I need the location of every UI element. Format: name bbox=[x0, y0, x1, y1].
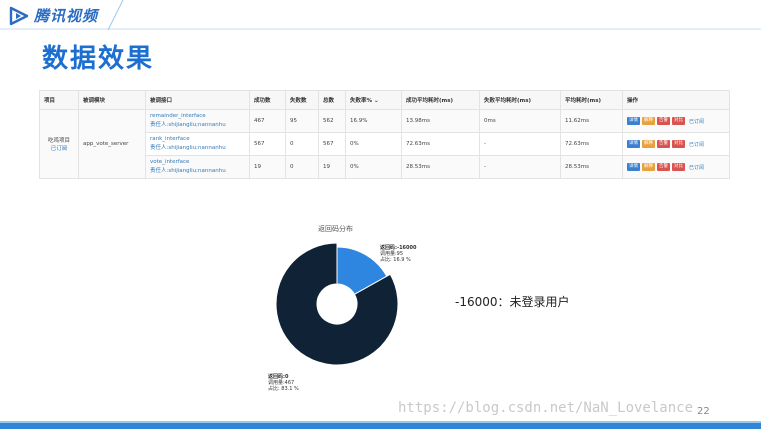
success-count[interactable]: 19 bbox=[249, 155, 286, 179]
subscribed-link[interactable]: 已订阅 bbox=[689, 118, 704, 125]
explain-button[interactable]: 解释 bbox=[642, 117, 655, 125]
col-header: 操作 bbox=[622, 90, 730, 110]
interface-link[interactable]: rank_interface bbox=[150, 135, 245, 144]
detail-button[interactable]: 详情 bbox=[627, 117, 640, 125]
detail-button[interactable]: 详情 bbox=[627, 140, 640, 148]
explain-button[interactable]: 解释 bbox=[642, 163, 655, 171]
explain-button[interactable]: 解释 bbox=[642, 140, 655, 148]
play-logo-icon bbox=[9, 6, 29, 25]
project-name: 吃鸡项目 bbox=[47, 138, 70, 144]
compare-button[interactable]: 对比 bbox=[672, 140, 685, 148]
fail-rate: 16.9% bbox=[345, 109, 402, 133]
interface-link[interactable]: remainder_interface bbox=[150, 112, 245, 121]
col-header: 被调接口 bbox=[145, 90, 250, 110]
label-zero: 返回码:0 调用量:467 占比: 83.1 % bbox=[268, 374, 299, 392]
col-header: 项目 bbox=[39, 90, 79, 110]
col-header: 失败平均耗时(ms) bbox=[479, 90, 561, 110]
interface-cell: remainder_interface 责任人:shijiangliu;nann… bbox=[145, 109, 250, 133]
fail-count[interactable]: 0 bbox=[285, 132, 319, 156]
annotation-text: -16000：未登录用户 bbox=[455, 295, 570, 309]
total-count[interactable]: 567 bbox=[318, 132, 346, 156]
success-count[interactable]: 567 bbox=[249, 132, 286, 156]
project-cell: 吃鸡项目 已订阅 bbox=[39, 109, 79, 179]
alarm-button[interactable]: 告警 bbox=[657, 163, 670, 171]
page-title: 数据效果 bbox=[42, 44, 155, 74]
compare-button[interactable]: 对比 bbox=[672, 117, 685, 125]
col-header: 成功平均耗时(ms) bbox=[401, 90, 480, 110]
total-count[interactable]: 19 bbox=[318, 155, 346, 179]
success-count[interactable]: 467 bbox=[249, 109, 286, 133]
subscribed-link[interactable]: 已订阅 bbox=[689, 141, 704, 148]
fail-count[interactable]: 95 bbox=[285, 109, 319, 133]
owner-link[interactable]: 责任人:shijiangliu;nannanhu bbox=[150, 121, 245, 130]
success-avg-time: 13.98ms bbox=[401, 109, 480, 133]
fail-rate: 0% bbox=[345, 155, 402, 179]
col-header: 平均耗时(ms) bbox=[560, 90, 623, 110]
col-header: 成功数 bbox=[249, 90, 286, 110]
col-header: 失败数 bbox=[285, 90, 319, 110]
fail-avg-time: - bbox=[479, 155, 561, 179]
interface-cell: rank_interface 责任人:shijiangliu;nannanhu bbox=[145, 132, 250, 156]
data-table: 项目 被调模块 被调接口 成功数 失败数 总数 失败率% ⌄ 成功平均耗时(ms… bbox=[39, 90, 730, 179]
fail-count[interactable]: 0 bbox=[285, 155, 319, 179]
avg-time: 72.63ms bbox=[560, 132, 623, 156]
success-avg-time: 28.53ms bbox=[401, 155, 480, 179]
success-avg-time: 72.63ms bbox=[401, 132, 480, 156]
brand-name: 腾讯视频 bbox=[34, 7, 99, 25]
alarm-button[interactable]: 告警 bbox=[657, 117, 670, 125]
fail-avg-time: 0ms bbox=[479, 109, 561, 133]
footer-bar bbox=[0, 423, 761, 429]
page-number: 22 bbox=[697, 406, 710, 417]
brand-logo: 腾讯视频 bbox=[8, 5, 98, 26]
sort-down-icon: ⌄ bbox=[373, 98, 379, 104]
label-ratio: 占比: 83.1 % bbox=[268, 386, 299, 392]
watermark: https://blog.csdn.net/NaN_Lovelance bbox=[398, 400, 694, 416]
label-ratio: 占比: 16.9 % bbox=[380, 257, 411, 263]
col-header-sortable[interactable]: 失败率% ⌄ bbox=[345, 90, 402, 110]
owner-link[interactable]: 责任人:shijiangliu;nannanhu bbox=[150, 167, 245, 176]
label-neg16000: 返回码:-16000 调用量:95 占比: 16.9 % bbox=[380, 245, 416, 263]
ops-cell: 详情 解释 告警 对比 已订阅 bbox=[622, 109, 730, 133]
avg-time: 11.62ms bbox=[560, 109, 623, 133]
owner-link[interactable]: 责任人:shijiangliu;nannanhu bbox=[150, 144, 245, 153]
avg-time: 28.53ms bbox=[560, 155, 623, 179]
module-cell: app_vote_server bbox=[78, 109, 146, 179]
col-header-label: 失败率% bbox=[350, 98, 373, 104]
fail-avg-time: - bbox=[479, 132, 561, 156]
header-decoration bbox=[0, 0, 761, 30]
ops-cell: 详情 解释 告警 对比 已订阅 bbox=[622, 132, 730, 156]
col-header: 被调模块 bbox=[78, 90, 146, 110]
detail-button[interactable]: 详情 bbox=[627, 163, 640, 171]
compare-button[interactable]: 对比 bbox=[672, 163, 685, 171]
fail-rate: 0% bbox=[345, 132, 402, 156]
project-subscribed-link[interactable]: 已订阅 bbox=[44, 144, 74, 152]
interface-link[interactable]: vote_interface bbox=[150, 158, 245, 167]
table-header-row: 项目 被调模块 被调接口 成功数 失败数 总数 失败率% ⌄ 成功平均耗时(ms… bbox=[39, 90, 730, 110]
alarm-button[interactable]: 告警 bbox=[657, 140, 670, 148]
interface-cell: vote_interface 责任人:shijiangliu;nannanhu bbox=[145, 155, 250, 179]
total-count[interactable]: 562 bbox=[318, 109, 346, 133]
ops-cell: 详情 解释 告警 对比 已订阅 bbox=[622, 155, 730, 179]
table-row: 吃鸡项目 已订阅 app_vote_server remainder_inter… bbox=[39, 109, 730, 179]
subscribed-link[interactable]: 已订阅 bbox=[689, 164, 704, 171]
col-header: 总数 bbox=[318, 90, 346, 110]
